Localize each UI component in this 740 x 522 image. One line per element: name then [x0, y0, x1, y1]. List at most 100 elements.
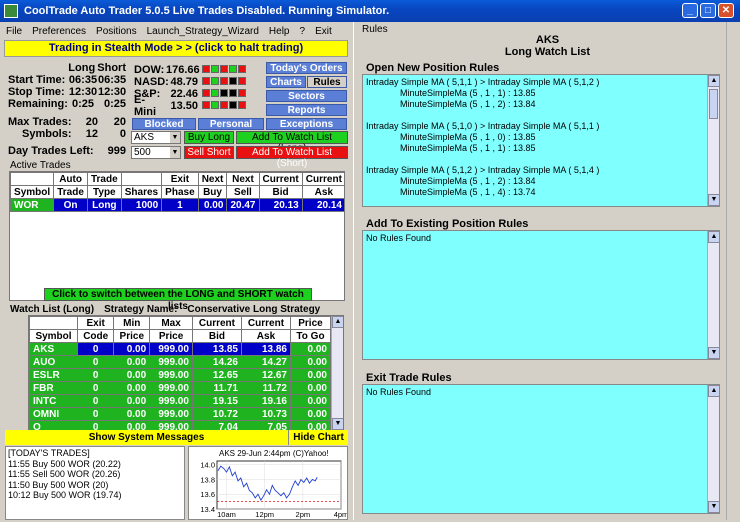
at-h1-0 [10, 172, 55, 186]
open-rules-title: Open New Position Rules [366, 62, 500, 74]
close-button[interactable]: ✕ [718, 3, 734, 18]
add-rules-scrollbar[interactable]: ▲ ▼ [707, 231, 719, 359]
at-h2-buy: Buy [197, 185, 228, 199]
menu-exit[interactable]: Exit [315, 26, 332, 37]
wl-h1-5: Current [240, 316, 291, 330]
start-label: Start Time: [8, 74, 66, 86]
menu-help[interactable]: Help [269, 26, 290, 37]
table-row[interactable]: ESLR 0 0.00 999.00 12.65 12.67 0.00 [29, 368, 332, 382]
exit-rules-scrollbar[interactable]: ▲ ▼ [707, 385, 719, 513]
hide-chart-button[interactable]: Hide Chart [288, 430, 348, 445]
market-indices: DOW: 176.66 NASD: 48.79 S&P: 22.46 E-Mini 13… [134, 64, 264, 118]
sectors-button[interactable]: Sectors [266, 90, 347, 102]
scroll-thumb[interactable] [709, 89, 718, 119]
table-row[interactable]: OMNI 0 0.00 999.00 10.72 10.73 0.00 [29, 407, 332, 421]
stealth-mode-banner[interactable]: Trading in Stealth Mode > > (click to ha… [4, 40, 348, 57]
wl-h2-maxprice: Price [149, 329, 193, 343]
table-row[interactable]: WOR On Long 1000 1 0.00 20.47 20.13 20.1… [10, 198, 344, 212]
rule-line: MinuteSimpleMa (5 , 1 , 2) : 13.84 [400, 99, 536, 109]
log-line: 11:50 Buy 500 WOR (20) [8, 479, 109, 490]
wl-cell: 0 [76, 394, 115, 408]
max-trades-long: 20 [85, 116, 98, 128]
at-cell: WOR [10, 198, 55, 212]
quantity-select[interactable]: 500 ▼ [131, 146, 181, 159]
wl-h2-bid: Bid [191, 329, 242, 343]
table-row[interactable]: AKS 0 0.00 999.00 13.85 13.86 0.00 [29, 342, 332, 356]
wl-h2-code: Code [76, 329, 115, 343]
wl-cell: 0.00 [289, 407, 332, 421]
indicator-square [238, 77, 246, 85]
sp-value: 22.46 [170, 88, 198, 100]
symbol-value: AKS [134, 132, 155, 143]
symbols-long: 12 [85, 128, 98, 140]
scroll-down-icon[interactable]: ▼ [708, 501, 719, 513]
add-rules-title: Add To Existing Position Rules [366, 218, 529, 230]
indicator-square [229, 77, 237, 85]
indicator-square [220, 77, 228, 85]
table-row[interactable]: FBR 0 0.00 999.00 11.71 11.72 0.00 [29, 381, 332, 395]
wl-cell: 0.00 [289, 394, 332, 408]
indicator-square [238, 65, 246, 73]
scroll-up-icon[interactable]: ▲ [708, 75, 719, 87]
wl-cell: INTC [29, 394, 78, 408]
at-cell: Long [86, 198, 122, 212]
menu-file[interactable]: File [6, 26, 22, 37]
minimize-button[interactable]: _ [682, 3, 698, 18]
add-watch-short-button[interactable]: Add To Watch List (Short) [236, 146, 348, 169]
window-title: CoolTrade Auto Trader 5.0.5 Live Trades … [24, 5, 390, 17]
wl-h1-1: Exit [76, 316, 115, 330]
wl-cell: 12.65 [191, 368, 242, 382]
wl-cell: 0 [76, 368, 115, 382]
chevron-down-icon: ▼ [170, 147, 180, 158]
watch-list-grid: Exit Min Max Current Current Price Symbo… [28, 315, 344, 431]
buy-long-button[interactable]: Buy Long [184, 131, 234, 144]
reports-button[interactable]: Reports [266, 104, 347, 116]
todays-orders-button[interactable]: Today's Orders [266, 62, 347, 74]
scroll-down-icon[interactable]: ▼ [708, 194, 719, 206]
x-tick-label: 12pm [255, 510, 274, 519]
exceptions-button[interactable]: Exceptions [266, 118, 347, 130]
strategy-name: Conservative Long Strategy [187, 304, 321, 315]
price-series-line [217, 465, 318, 502]
scroll-up-icon[interactable]: ▲ [708, 231, 719, 243]
right-panel-scrollbar[interactable] [726, 22, 740, 520]
blocked-button[interactable]: Blocked [132, 118, 196, 130]
wl-cell: 12.67 [240, 368, 291, 382]
wl-cell: AUO [29, 355, 78, 369]
rules-button[interactable]: Rules [307, 76, 347, 88]
scroll-up-icon[interactable]: ▲ [332, 316, 343, 328]
table-row[interactable]: INTC 0 0.00 999.00 19.15 19.16 0.00 [29, 394, 332, 408]
table-row[interactable]: AUO 0 0.00 999.00 14.26 14.27 0.00 [29, 355, 332, 369]
scroll-down-icon[interactable]: ▼ [332, 418, 343, 430]
indicator-square [202, 101, 210, 109]
at-h1-8: Current [301, 172, 344, 186]
wl-cell: 13.86 [240, 342, 291, 356]
indicator-square [211, 77, 219, 85]
scroll-up-icon[interactable]: ▲ [708, 385, 719, 397]
menu-positions[interactable]: Positions [96, 26, 137, 37]
wl-cell: 0 [76, 342, 115, 356]
at-h2-symbol: Symbol [10, 185, 55, 199]
symbol-select[interactable]: AKS ▼ [131, 131, 181, 144]
scroll-down-icon[interactable]: ▼ [708, 347, 719, 359]
rule-line: MinuteSimpleMa (5 , 1 , 1) : 13.85 [400, 143, 536, 153]
watch-list-scrollbar[interactable]: ▲ ▼ [331, 316, 343, 430]
menu-launch-strategy-wizard[interactable]: Launch_Strategy_Wizard [147, 26, 259, 37]
sell-short-button[interactable]: Sell Short [184, 146, 234, 159]
watch-list-header: Watch List (Long) Strategy Name: Conserv… [10, 304, 320, 315]
wl-cell: 14.27 [240, 355, 291, 369]
max-trades-label: Max Trades: [8, 116, 72, 128]
charts-button[interactable]: Charts [266, 76, 306, 88]
show-messages-button[interactable]: Show System Messages [5, 430, 288, 445]
maximize-button[interactable]: □ [700, 3, 716, 18]
open-rules-scrollbar[interactable]: ▲ ▼ [707, 75, 719, 206]
add-watch-long-button[interactable]: Add To Watch List (Long) [236, 131, 348, 154]
wl-cell: FBR [29, 381, 78, 395]
personal-button[interactable]: Personal [198, 118, 264, 130]
menu-question[interactable]: ? [300, 26, 306, 37]
wl-cell: 999.00 [149, 394, 193, 408]
at-h2-sell: Sell [226, 185, 260, 199]
wl-cell: 0.00 [113, 381, 151, 395]
menu-preferences[interactable]: Preferences [32, 26, 86, 37]
switch-list-banner[interactable]: Click to switch between the LONG and SHO… [44, 288, 312, 312]
